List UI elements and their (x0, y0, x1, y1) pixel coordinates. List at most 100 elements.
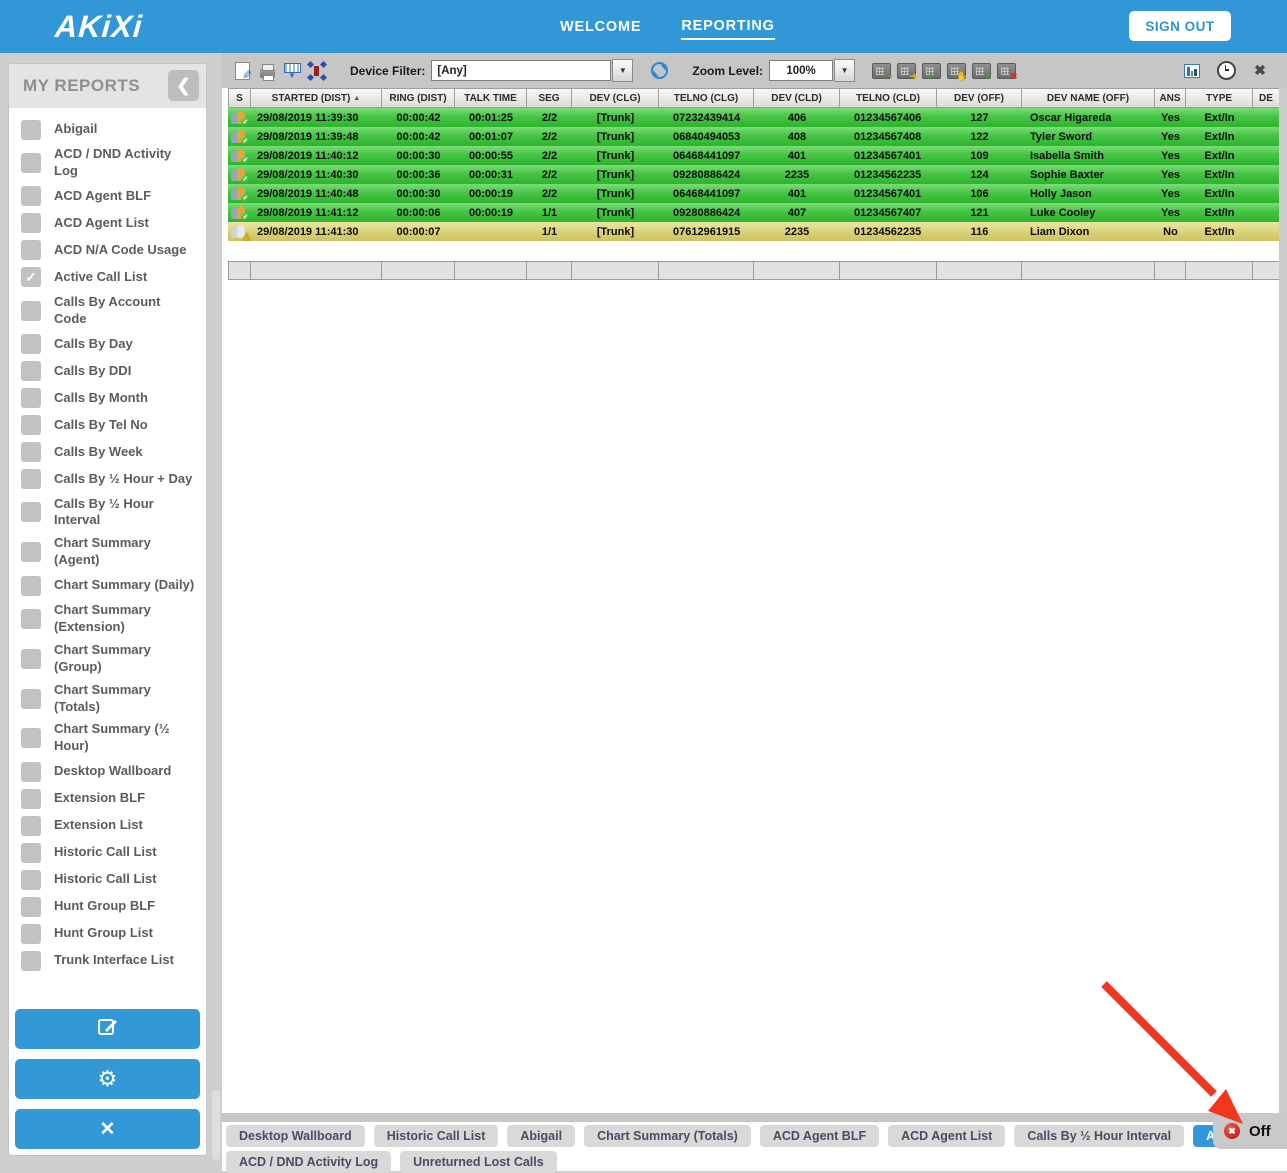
sign-out-button[interactable]: SIGN OUT (1129, 11, 1231, 41)
report-item[interactable]: Hunt Group BLF (21, 893, 198, 920)
column-header-dev-clg-[interactable]: DEV (CLG) (572, 88, 659, 108)
unchecked-checkbox-icon[interactable] (21, 334, 41, 355)
table-row[interactable]: ✓ 29/08/2019 11:39:48 00:00:42 00:01:07 2/2 [… (228, 127, 1280, 146)
report-item[interactable]: ✓ Active Call List (21, 264, 198, 291)
print-icon[interactable] (257, 61, 277, 81)
unchecked-checkbox-icon[interactable] (21, 300, 41, 321)
report-tab-chart-summary-totals-[interactable]: Chart Summary (Totals) (584, 1125, 751, 1147)
unchecked-checkbox-icon[interactable] (21, 728, 41, 749)
answer-divert-icon[interactable]: ✔→ (921, 61, 943, 81)
report-tab-historic-call-list[interactable]: Historic Call List (373, 1125, 499, 1147)
checked-checkbox-icon[interactable]: ✓ (21, 267, 41, 288)
report-item[interactable]: Chart Summary (½ Hour) (21, 718, 198, 758)
unchecked-checkbox-icon[interactable] (21, 609, 41, 630)
column-header-seg[interactable]: SEG (527, 88, 572, 108)
zoom-level-dropdown[interactable]: ▼ (834, 59, 856, 82)
report-item[interactable]: Calls By ½ Hour Interval (21, 493, 198, 533)
report-item[interactable]: Calls By Week (21, 439, 198, 466)
unchecked-checkbox-icon[interactable] (21, 388, 41, 409)
report-item[interactable]: Calls By Month (21, 385, 198, 412)
column-header-de[interactable]: DE (1253, 88, 1280, 108)
column-header-telno-clg-[interactable]: TELNO (CLG) (659, 88, 754, 108)
unchecked-checkbox-icon[interactable] (21, 213, 41, 234)
column-header-talk-time[interactable]: TALK TIME (455, 88, 527, 108)
unchecked-checkbox-icon[interactable] (21, 152, 41, 173)
unchecked-checkbox-icon[interactable] (21, 842, 41, 863)
unchecked-checkbox-icon[interactable] (21, 950, 41, 971)
report-item[interactable]: ACD Agent BLF (21, 183, 198, 210)
unchecked-checkbox-icon[interactable] (21, 923, 41, 944)
unchecked-checkbox-icon[interactable] (21, 442, 41, 463)
column-header-telno-cld-[interactable]: TELNO (CLD) (840, 88, 937, 108)
nav-welcome[interactable]: WELCOME (560, 15, 641, 39)
table-row[interactable]: ⚠ 29/08/2019 11:41:30 00:00:07 1/1 [Trunk] 07… (228, 222, 1280, 241)
table-row[interactable]: ✓ 29/08/2019 11:40:30 00:00:36 00:00:31 2/2 [… (228, 165, 1280, 184)
unchecked-checkbox-icon[interactable] (21, 761, 41, 782)
report-item[interactable]: Calls By Account Code (21, 291, 198, 331)
report-tab-acd-agent-blf[interactable]: ACD Agent BLF (759, 1125, 880, 1147)
close-icon[interactable]: ✖ (1250, 61, 1270, 81)
report-item[interactable]: Calls By DDI (21, 358, 198, 385)
column-header-ans[interactable]: ANS (1155, 88, 1186, 108)
table-scrollbar[interactable] (1279, 88, 1287, 1113)
table-row[interactable]: ✓ 29/08/2019 11:40:12 00:00:30 00:00:55 2/2 [… (228, 146, 1280, 165)
nav-reporting[interactable]: REPORTING (681, 14, 775, 40)
unchecked-checkbox-icon[interactable] (21, 361, 41, 382)
report-tab-acd-dnd-activity-log[interactable]: ACD / DND Activity Log (226, 1151, 392, 1173)
report-item[interactable]: Calls By Day (21, 331, 198, 358)
refresh-icon[interactable] (649, 61, 669, 81)
column-header-started-dist-[interactable]: STARTED (DIST) ▲ (251, 88, 382, 108)
report-settings-button[interactable]: ⚙ (15, 1059, 200, 1099)
report-item[interactable]: Hunt Group List (21, 920, 198, 947)
clock-icon[interactable] (1216, 61, 1236, 81)
unchecked-checkbox-icon[interactable] (21, 869, 41, 890)
device-filter-input[interactable] (431, 60, 612, 81)
unchecked-checkbox-icon[interactable] (21, 119, 41, 140)
table-row[interactable]: ✓ 29/08/2019 11:41:12 00:00:06 00:00:19 1/1 [… (228, 203, 1280, 222)
unchecked-checkbox-icon[interactable] (21, 896, 41, 917)
report-item[interactable]: Historic Call List (21, 839, 198, 866)
unchecked-checkbox-icon[interactable] (21, 240, 41, 261)
unchecked-checkbox-icon[interactable] (21, 542, 41, 563)
report-item[interactable]: Desktop Wallboard (21, 758, 198, 785)
report-tab-abigail[interactable]: Abigail (507, 1125, 576, 1147)
column-header-dev-name-off-[interactable]: DEV NAME (OFF) (1022, 88, 1155, 108)
dial-icon[interactable]: • (871, 61, 893, 81)
report-tab-calls-by-hour-interval[interactable]: Calls By ½ Hour Interval (1014, 1125, 1185, 1147)
table-row[interactable]: ✓ 29/08/2019 11:39:30 00:00:42 00:01:25 2/2 [… (228, 108, 1280, 127)
unchecked-checkbox-icon[interactable] (21, 648, 41, 669)
column-header-s[interactable]: S (228, 88, 251, 108)
report-item[interactable]: Chart Summary (Daily) (21, 572, 198, 599)
report-item[interactable]: Chart Summary (Group) (21, 639, 198, 679)
report-item[interactable]: Chart Summary (Extension) (21, 599, 198, 639)
column-header-dev-off-[interactable]: DEV (OFF) (937, 88, 1022, 108)
report-item[interactable]: Historic Call List (21, 866, 198, 893)
new-report-icon[interactable] (232, 61, 252, 81)
table-row[interactable]: ✓ 29/08/2019 11:40:48 00:00:30 00:00:19 2/2 [… (228, 184, 1280, 203)
unchecked-checkbox-icon[interactable] (21, 415, 41, 436)
report-tab-desktop-wallboard[interactable]: Desktop Wallboard (226, 1125, 365, 1147)
column-header-dev-cld-[interactable]: DEV (CLD) (754, 88, 840, 108)
report-item[interactable]: Extension BLF (21, 785, 198, 812)
report-item[interactable]: Calls By Tel No (21, 412, 198, 439)
acd-state-toggle[interactable]: ✖ Off (1213, 1113, 1287, 1149)
answer-icon[interactable]: ✔ (971, 61, 993, 81)
unchecked-checkbox-icon[interactable] (21, 186, 41, 207)
edit-report-button[interactable] (15, 1009, 200, 1049)
report-item[interactable]: ACD N/A Code Usage (21, 237, 198, 264)
export-icon[interactable]: ▼ (282, 61, 302, 81)
unchecked-checkbox-icon[interactable] (21, 688, 41, 709)
close-report-button[interactable]: ✕ (15, 1109, 200, 1149)
unchecked-checkbox-icon[interactable] (21, 575, 41, 596)
resize-icon[interactable] (306, 60, 328, 81)
hangup-icon[interactable]: ✖ (996, 61, 1018, 81)
hold-icon[interactable]: ✋ (946, 61, 968, 81)
report-item[interactable]: Chart Summary (Agent) (21, 532, 198, 572)
unchecked-checkbox-icon[interactable] (21, 815, 41, 836)
report-item[interactable]: Calls By ½ Hour + Day (21, 466, 198, 493)
report-item[interactable]: Abigail (21, 116, 198, 143)
chevron-left-icon[interactable]: ❮ (168, 70, 199, 101)
report-item[interactable]: ACD / DND Activity Log (21, 143, 198, 183)
sidebar-scrollbar[interactable] (212, 1090, 220, 1160)
chart-icon[interactable] (1182, 61, 1202, 81)
